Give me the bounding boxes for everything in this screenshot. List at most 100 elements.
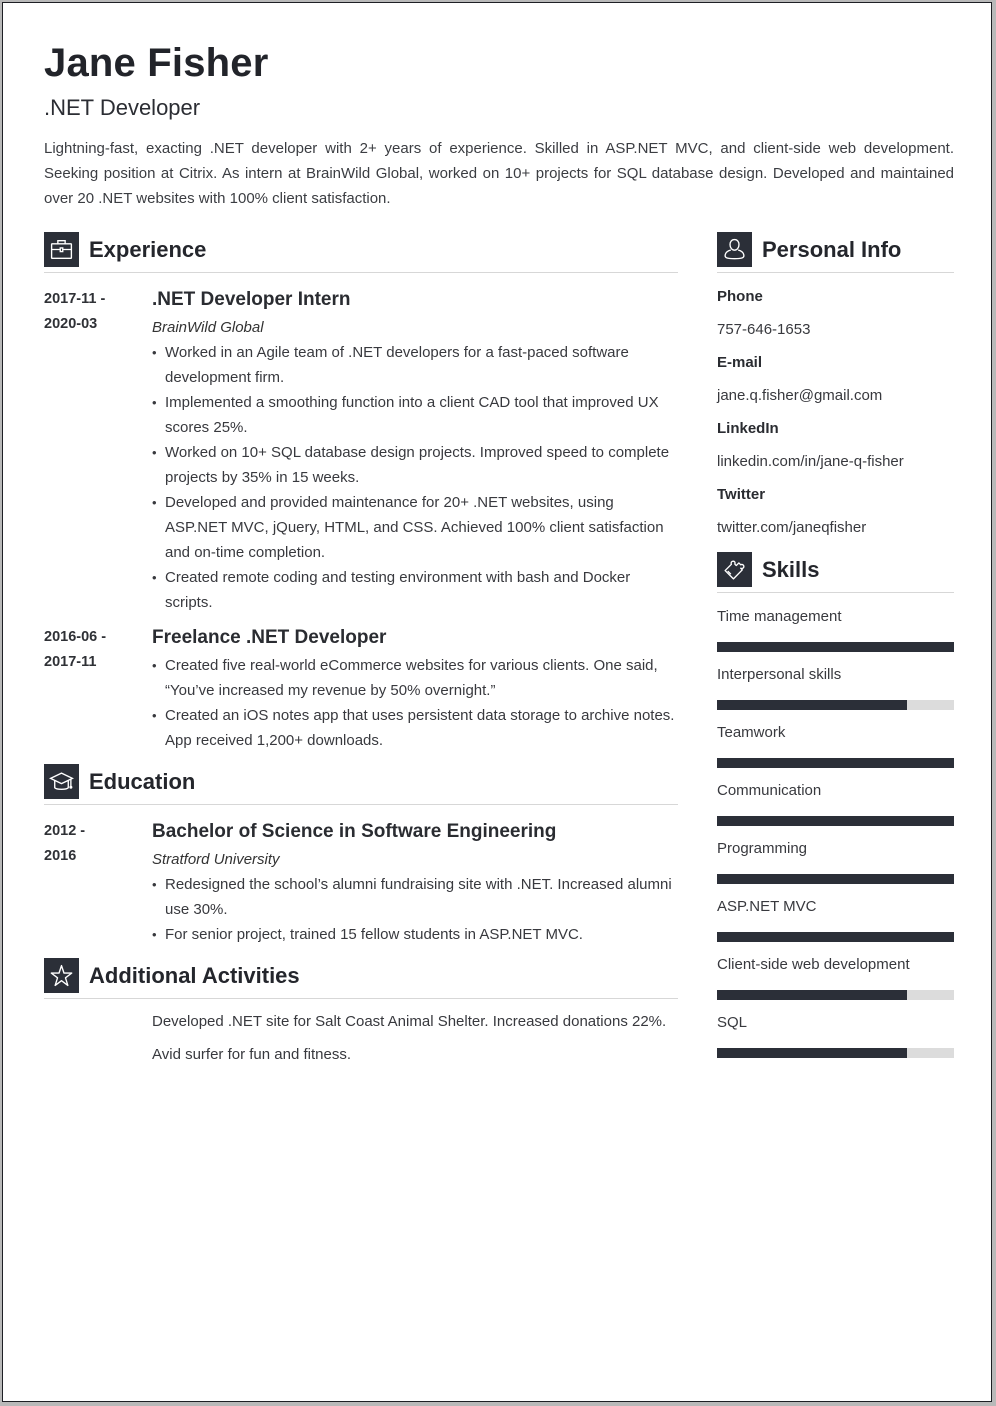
skill-item: Time management [717,606,954,652]
skill-name: Client-side web development [717,956,910,973]
date-start: 2016-06 - [44,629,107,645]
skill-level-fill [717,1048,907,1058]
personal-info-title: Personal Info [762,237,902,262]
entry-dates: 2017-11 - 2020-03 [44,287,144,337]
puzzle-icon [717,552,752,587]
role-title: Freelance .NET Developer [152,627,387,648]
person-icon [717,232,752,267]
personal-info-list: Phone 757-646-1653 E-mail jane.q.fisher@… [717,284,954,540]
skill-level-fill [717,642,954,652]
education-entry: 2012 - 2016 Bachelor of Science in Softw… [44,819,678,947]
info-label: Phone [717,288,763,305]
education-section: Education 2012 - 2016 Bachelor of Scienc… [44,763,678,947]
degree-title: Bachelor of Science in Software Engineer… [152,821,557,842]
phone-value: 757-646-1653 [717,321,811,338]
date-start: 2012 - [44,823,86,839]
summary: Lightning-fast, exacting .NET developer … [44,140,954,207]
bullet-item: For senior project, trained 15 fellow st… [152,922,678,947]
skill-item: Communication [717,780,954,826]
linkedin-link[interactable]: linkedin.com/in/jane-q-fisher [717,449,954,474]
skill-level-fill [717,874,954,884]
graduation-cap-icon [44,764,79,799]
skill-level-fill [717,700,907,710]
skills-header: Skills [717,551,954,593]
date-end: 2016 [44,848,77,864]
experience-section: Experience 2017-11 - 2020-03 .NET Develo… [44,231,678,753]
activities-section: Additional Activities Developed .NET sit… [44,957,678,1067]
skill-level-bar [717,700,954,710]
experience-title: Experience [89,237,207,262]
skill-item: Client-side web development [717,954,954,1000]
skill-name: Communication [717,782,822,799]
activities-list: Developed .NET site for Salt Coast Anima… [152,1009,678,1067]
experience-entry: 2016-06 - 2017-11 Freelance .NET Develop… [44,625,678,753]
date-end: 2017-11 [44,654,97,670]
personal-info-section: Personal Info Phone 757-646-1653 E-mail … [717,231,954,540]
activity-item: Avid surfer for fun and fitness. [152,1046,351,1063]
info-label: LinkedIn [717,420,779,437]
skill-level-fill [717,816,954,826]
skill-level-bar [717,758,954,768]
skill-level-bar [717,1048,954,1058]
info-linkedin: LinkedIn linkedin.com/in/jane-q-fisher [717,416,954,474]
skill-item: Programming [717,838,954,884]
education-header: Education [44,763,678,805]
bullet-list: Redesigned the school’s alumni fundraisi… [152,872,678,947]
skill-name: Time management [717,608,842,625]
entry-dates: 2016-06 - 2017-11 [44,625,144,675]
bullet-item: Implemented a smoothing function into a … [152,390,678,440]
bullet-item: Worked in an Agile team of .NET develope… [152,340,678,390]
email-link[interactable]: jane.q.fisher@gmail.com [717,383,954,408]
info-label: E-mail [717,354,763,371]
skills-section: Skills Time management Interpersonal skil… [717,551,954,1058]
info-label: Twitter [717,486,766,503]
experience-entry: 2017-11 - 2020-03 .NET Developer Intern … [44,287,678,615]
experience-header: Experience [44,231,678,273]
bullet-item: Worked on 10+ SQL database design projec… [152,440,678,490]
candidate-name: Jane Fisher [44,41,269,85]
twitter-link[interactable]: twitter.com/janeqfisher [717,515,954,540]
skill-name: SQL [717,1014,748,1031]
skill-item: SQL [717,1012,954,1058]
skill-level-fill [717,932,954,942]
skill-name: ASP.NET MVC [717,898,817,915]
personal-info-header: Personal Info [717,231,954,273]
activities-header: Additional Activities [44,957,678,999]
info-phone: Phone 757-646-1653 [717,284,954,342]
bullet-item: Created an iOS notes app that uses persi… [152,703,678,753]
date-start: 2017-11 - [44,291,106,307]
bullet-item: Developed and provided maintenance for 2… [152,490,678,565]
skill-name: Teamwork [717,724,786,741]
skill-name: Interpersonal skills [717,666,842,683]
school-name: Stratford University [152,851,280,868]
company-name: BrainWild Global [152,319,264,336]
bullet-list: Created five real-world eCommerce websit… [152,653,678,753]
bullet-item: Created remote coding and testing enviro… [152,565,678,615]
resume-page: Jane Fisher .NET Developer Lightning-fas… [2,2,992,1402]
sidebar-column: Personal Info Phone 757-646-1653 E-mail … [717,231,954,1058]
skill-item: ASP.NET MVC [717,896,954,942]
date-end: 2020-03 [44,316,98,332]
bullet-item: Redesigned the school’s alumni fundraisi… [152,872,678,922]
star-icon [44,958,79,993]
bullet-list: Worked in an Agile team of .NET develope… [152,340,678,615]
skill-level-bar [717,990,954,1000]
skill-level-bar [717,816,954,826]
skills-list: Time management Interpersonal skills Teamw… [717,606,954,1058]
skill-level-fill [717,990,907,1000]
job-title: .NET Developer [44,95,201,120]
info-email: E-mail jane.q.fisher@gmail.com [717,350,954,408]
entry-dates: 2012 - 2016 [44,819,144,869]
education-title: Education [89,769,196,794]
skill-item: Interpersonal skills [717,664,954,710]
briefcase-icon [44,232,79,267]
info-twitter: Twitter twitter.com/janeqfisher [717,482,954,540]
main-column: Experience 2017-11 - 2020-03 .NET Develo… [44,231,678,1075]
bullet-item: Created five real-world eCommerce websit… [152,653,678,703]
skills-title: Skills [762,557,820,582]
skill-level-bar [717,874,954,884]
activities-title: Additional Activities [89,963,300,988]
skill-level-fill [717,758,954,768]
skill-name: Programming [717,840,808,857]
activity-item: Developed .NET site for Salt Coast Anima… [152,1013,667,1030]
